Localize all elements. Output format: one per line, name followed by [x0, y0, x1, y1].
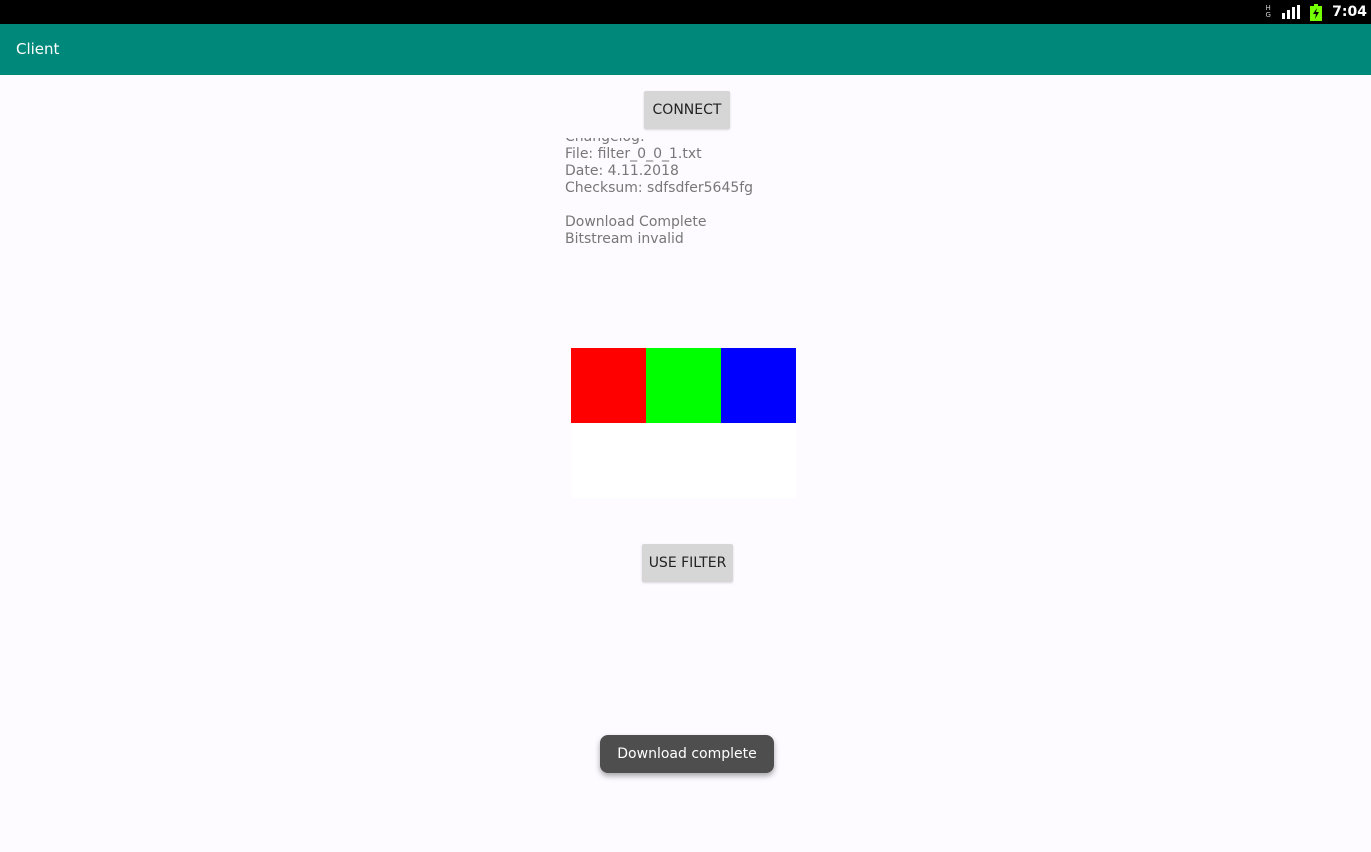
log-text: Changelog:File: filter_0_0_1.txtDate: 4.… — [565, 138, 753, 248]
status-clock: 7:04 — [1332, 4, 1367, 20]
network-type-bottom: G — [1265, 11, 1271, 19]
filter-result-area — [571, 423, 796, 498]
signal-bars-icon — [1282, 5, 1301, 19]
status-icons: H G 7:04 — [1264, 0, 1367, 24]
log-line: Checksum: sdfsdfer5645fg — [565, 180, 754, 196]
toast-message: Download complete — [600, 735, 774, 773]
log-line: Changelog: — [565, 138, 753, 146]
connect-button[interactable]: CONNECT — [644, 91, 730, 129]
app-title: Client — [16, 40, 60, 58]
swatch-blue — [721, 348, 796, 423]
log-line: Bitstream invalid — [565, 231, 684, 247]
log-panel: Changelog:File: filter_0_0_1.txtDate: 4.… — [565, 138, 845, 260]
battery-charging-icon — [1310, 3, 1323, 21]
swatch-green — [646, 348, 721, 423]
app-bar: Client — [0, 24, 1371, 75]
status-bar: H G 7:04 — [0, 0, 1371, 24]
swatch-red — [571, 348, 646, 423]
log-line: Download Complete — [565, 214, 707, 230]
log-line: Date: 4.11.2018 — [565, 163, 679, 179]
network-type-indicator: H G — [1264, 5, 1272, 19]
log-line: File: filter_0_0_1.txt — [565, 146, 702, 162]
color-strip — [571, 348, 796, 423]
use-filter-button[interactable]: USE FILTER — [642, 544, 733, 582]
